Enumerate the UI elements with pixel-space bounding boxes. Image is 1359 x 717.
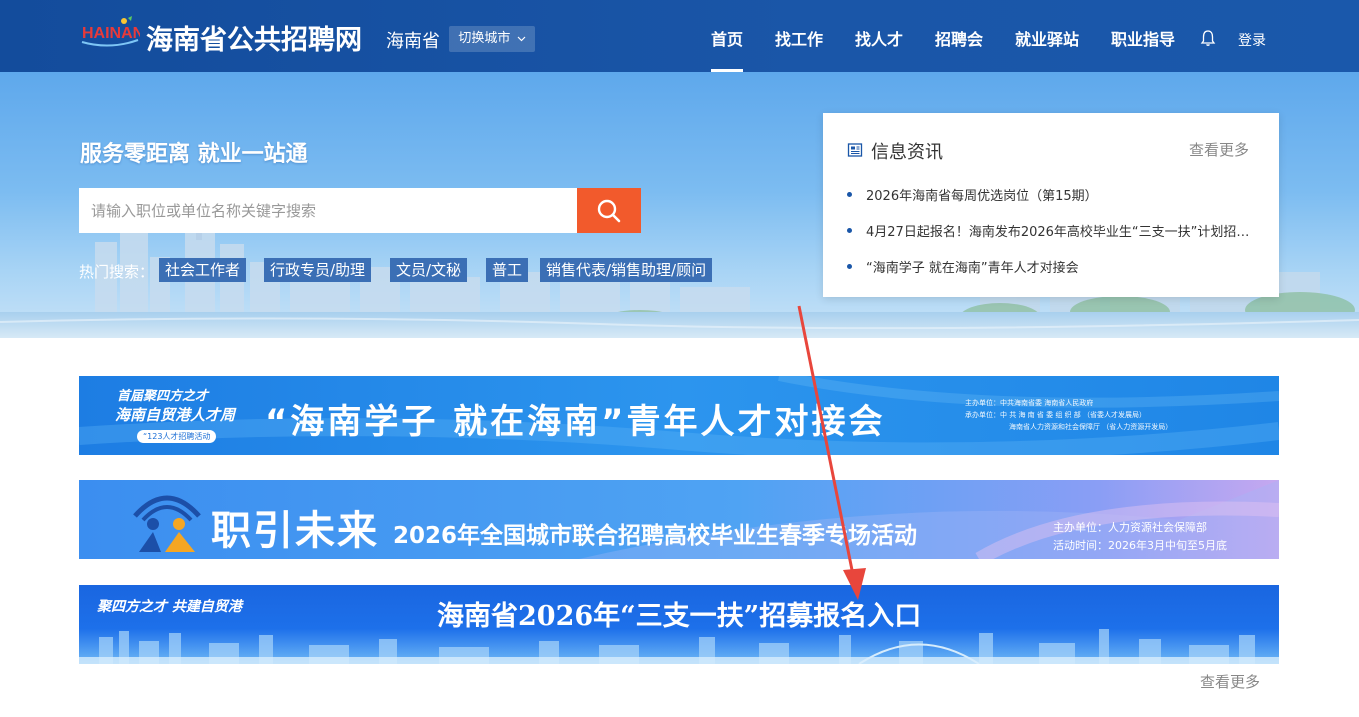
search-icon [597, 199, 621, 222]
news-card: 信息资讯 查看更多 2026年海南省每周优选岗位（第15期） 4月27日起报名！… [823, 113, 1279, 297]
top-header: HAINAN 海南省公共招聘网 海南省 切换城市 首页 找工作 找人才 招聘会 … [0, 0, 1359, 72]
current-province: 海南省 [386, 31, 440, 52]
news-more-link[interactable]: 查看更多 [1189, 139, 1249, 160]
bullet-dot [847, 192, 852, 197]
page-root: HAINAN 海南省公共招聘网 海南省 切换城市 首页 找工作 找人才 招聘会 … [0, 0, 1359, 717]
search-button[interactable] [577, 188, 641, 233]
bullet-dot [847, 264, 852, 269]
banner1-organizer: 主办单位：中共海南省委 海南省人民政府 [965, 399, 1094, 407]
job-search-input[interactable] [79, 188, 577, 233]
hot-tag-social-worker[interactable]: 社会工作者 [159, 258, 247, 282]
newspaper-icon [847, 143, 863, 157]
banner2-subtitle: 2026年全国城市联合招聘高校毕业生春季专场活动 [393, 523, 918, 549]
banner-youth-talent-fair[interactable]: 首届聚四方之才 海南自贸港人才周 “123人才招聘活动 “海南学子 就在海南”青… [79, 376, 1279, 455]
banner-career-future[interactable]: 职引未来 2026年全国城市联合招聘高校毕业生春季专场活动 主办单位：人力资源社… [79, 480, 1279, 559]
city-switch-button[interactable]: 切换城市 [449, 26, 535, 52]
career-logo-icon [133, 495, 201, 552]
banner2-headline: 职引未来 [211, 508, 379, 554]
login-link[interactable]: 登录 [1238, 30, 1266, 50]
city-switch-label: 切换城市 [458, 31, 511, 46]
nav-home[interactable]: 首页 [711, 26, 743, 50]
banner1-organizer: 承办单位：中 共 海 南 省 委 组 织 部 （省委人才发展局） [965, 411, 1147, 419]
banner3-tagline: 聚四方之才 共建自贸港 [97, 599, 242, 615]
nav-find-talent[interactable]: 找人才 [855, 26, 903, 50]
banner1-badge-line3: “123人才招聘活动 [137, 430, 217, 443]
news-item[interactable]: 2026年海南省每周优选岗位（第15期） [847, 185, 1257, 204]
banner1-organizer: 海南省人力资源和社会保障厅 （省人力资源开发局） [1009, 423, 1173, 431]
banner2-date: 活动时间：2026年3月中旬至5月底 [1053, 539, 1227, 552]
hot-tag-admin-assistant[interactable]: 行政专员/助理 [264, 258, 372, 282]
bullet-dot [847, 228, 852, 233]
nav-job-fair[interactable]: 招聘会 [935, 26, 983, 50]
news-item-text: 2026年海南省每周优选岗位（第15期） [866, 189, 1098, 204]
site-logo-icon[interactable]: HAINAN [80, 16, 140, 48]
hot-tag-general-worker[interactable]: 普工 [486, 258, 529, 282]
hot-tag-sales[interactable]: 销售代表/销售助理/顾问 [540, 258, 713, 282]
hot-search-label: 热门搜索： [79, 263, 155, 281]
nav-career-guidance[interactable]: 职业指导 [1111, 26, 1175, 50]
bell-icon[interactable] [1200, 29, 1216, 47]
news-item-text: “海南学子 就在海南”青年人才对接会 [866, 261, 1079, 276]
banners-more-link[interactable]: 查看更多 [1200, 671, 1260, 692]
news-item-text: 4月27日起报名！海南发布2026年高校毕业生“三支一扶”计划招募公告 [866, 225, 1257, 240]
banner1-badge-line1: 首届聚四方之才 [117, 389, 209, 404]
banner-sanzhi-yifu-entry[interactable]: 聚四方之才 共建自贸港 海南省2026年“三支一扶”招募报名入口 [79, 585, 1279, 664]
nav-find-job[interactable]: 找工作 [775, 26, 823, 50]
logo-letters: HAINAN [82, 25, 140, 42]
news-section-title: 信息资讯 [871, 142, 943, 163]
banner1-headline: “海南学子 就在海南”青年人才对接会 [265, 402, 886, 442]
nav-employment-station[interactable]: 就业驿站 [1015, 26, 1079, 50]
news-item[interactable]: “海南学子 就在海南”青年人才对接会 [847, 257, 1257, 276]
banner3-headline: 海南省2026年“三支一扶”招募报名入口 [437, 601, 922, 632]
hot-tag-clerk[interactable]: 文员/文秘 [390, 258, 468, 282]
hero-slogan: 服务零距离 就业一站通 [80, 142, 308, 167]
banner1-badge-line2: 海南自贸港人才周 [115, 406, 236, 424]
news-item[interactable]: 4月27日起报名！海南发布2026年高校毕业生“三支一扶”计划招募公告 [847, 221, 1257, 240]
site-title[interactable]: 海南省公共招聘网 [146, 18, 362, 57]
banner2-organizer: 主办单位：人力资源社会保障部 [1053, 521, 1207, 534]
chevron-down-icon [517, 36, 526, 41]
